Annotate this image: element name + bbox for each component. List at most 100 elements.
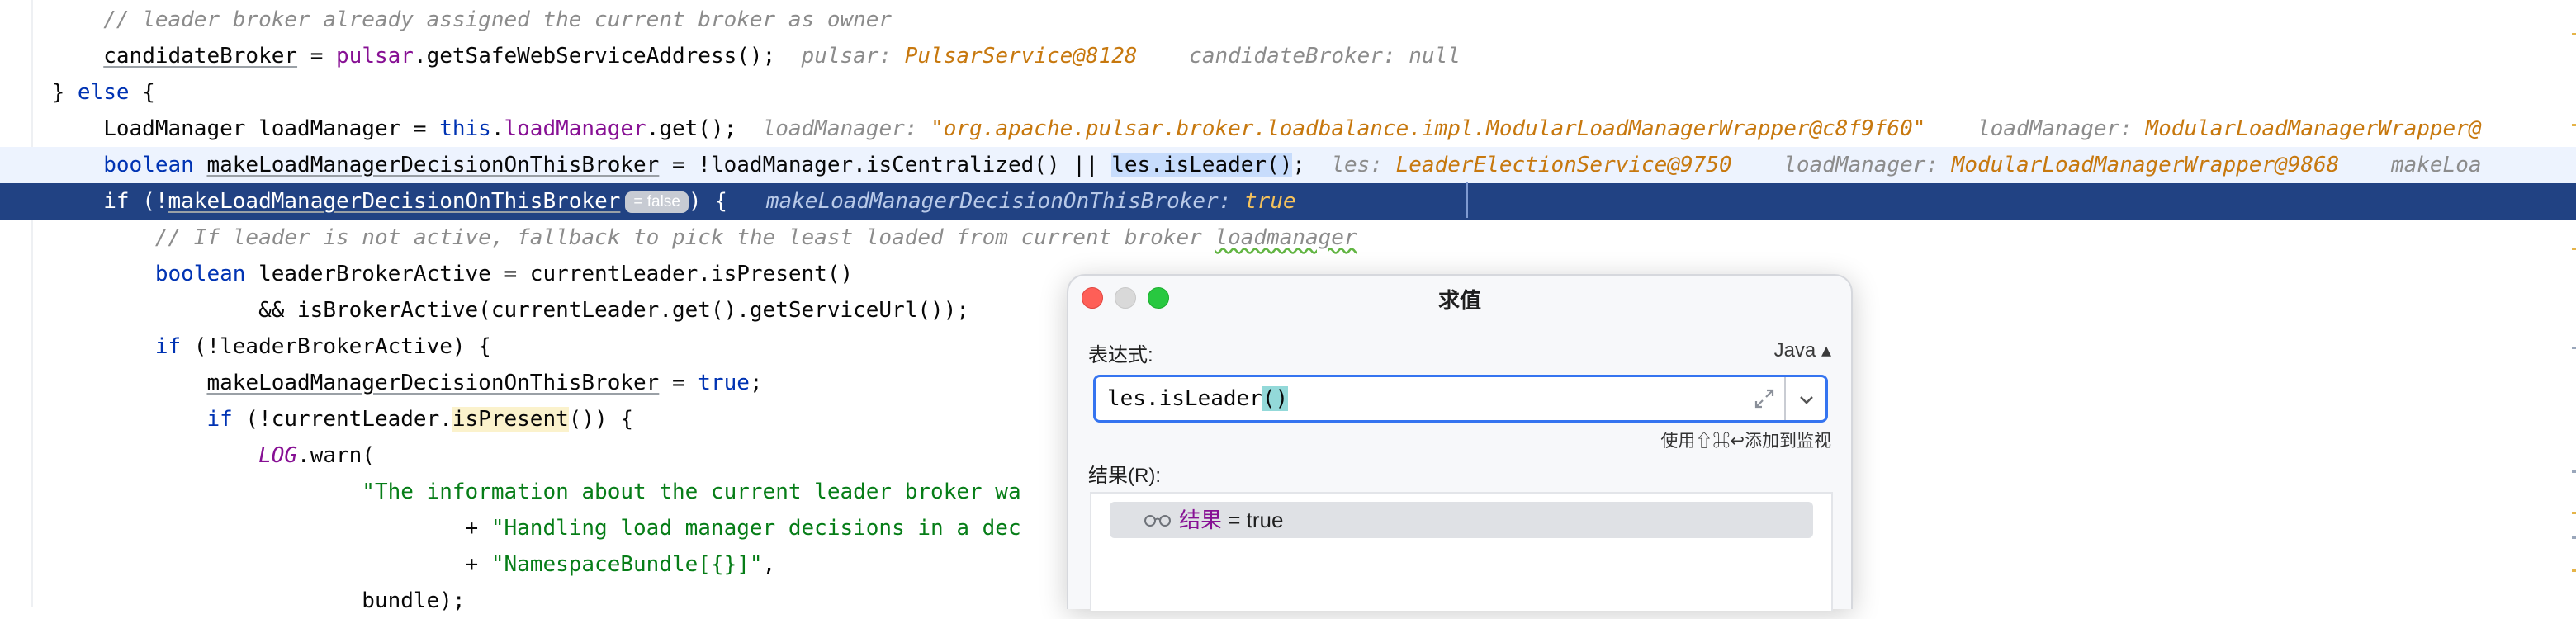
expression-field[interactable]: les.isLeader() (1093, 375, 1828, 423)
execution-point-line[interactable]: if (!makeLoadManagerDecisionOnThisBroker… (0, 183, 2576, 220)
stripe-marker[interactable] (2572, 347, 2576, 349)
inline-debug-value: LeaderElectionService@9750 (1395, 153, 1732, 177)
stripe-marker[interactable] (2572, 536, 2576, 539)
right-margin-guide (1466, 182, 1468, 218)
language-selector[interactable]: Java ▴ (1774, 338, 1831, 362)
stripe-marker[interactable] (2572, 470, 2576, 473)
code-line[interactable]: boolean makeLoadManagerDecisionOnThisBro… (0, 147, 2576, 183)
code-token: leaderBrokerActive = currentLeader.isPre… (245, 262, 854, 286)
code-comment: loadmanager (1215, 225, 1357, 250)
code-token: , (762, 552, 776, 577)
glasses-icon (1144, 515, 1171, 527)
code-line[interactable]: // If leader is not active, fallback to … (0, 220, 2576, 256)
code-keyword: boolean (154, 262, 246, 286)
inline-debug-value: true (1244, 189, 1296, 214)
code-token: .warn( (297, 443, 375, 468)
code-token: + (0, 516, 491, 541)
result-tree[interactable]: 结果 = true (1090, 492, 1833, 611)
code-token: makeLoadManagerDecisionOnThisBroker (168, 189, 621, 214)
code-string: "Handling load manager decisions in a de… (490, 516, 1021, 541)
code-token: (! (129, 189, 168, 214)
inline-value-badge: = false (625, 191, 689, 213)
code-comment: // leader broker already assigned the cu… (103, 7, 893, 32)
add-to-watches-hint: 使用⇧⌘↩添加到监视 (1660, 432, 1831, 451)
code-string: "The information about the current leade… (362, 480, 1021, 504)
stripe-marker[interactable] (2572, 33, 2576, 35)
evaluate-expression-dialog: 求值 表达式: Java ▴ les.isLeader() 使用⇧⌘↩添加到监视… (1067, 274, 1853, 611)
inline-debug-label: loadManager: (1731, 153, 1952, 177)
expression-input[interactable]: les.isLeader() (1107, 377, 1289, 420)
code-line[interactable]: candidateBroker = pulsar.getSafeWebServi… (0, 38, 2576, 74)
code-line[interactable]: LoadManager loadManager = this.loadManag… (0, 111, 2576, 147)
code-token: (!currentLeader. (232, 407, 452, 432)
inline-debug-label: makeLoadManagerDecisionOnThisBroker: (753, 189, 1245, 214)
inline-debug-value: ModularLoadManagerWrapper@9868 (1951, 153, 2340, 177)
code-token: ) { (688, 189, 754, 214)
dialog-title: 求值 (1437, 288, 1481, 313)
code-token: .get(); (646, 116, 737, 141)
stripe-marker[interactable] (2572, 124, 2576, 126)
expression-text: les.isLeader (1107, 386, 1262, 411)
inline-debug-label: les: (1305, 153, 1396, 177)
code-token: LoadManager loadManager = (0, 116, 440, 141)
result-label: 结果(R): (1088, 465, 1161, 487)
code-token: } (0, 80, 78, 105)
expand-icon[interactable] (1753, 387, 1776, 410)
code-keyword: if (154, 334, 182, 359)
code-comment: // If leader is not active, fallback to … (154, 225, 1215, 250)
expression-parens: () (1262, 386, 1289, 411)
history-dropdown-button[interactable] (1784, 377, 1827, 420)
code-token: candidateBroker (103, 44, 298, 69)
code-token: les.isLeader() (1111, 153, 1293, 177)
code-keyword: if (206, 407, 233, 432)
result-value: true (1246, 508, 1284, 532)
code-token: = (297, 44, 337, 69)
stripe-marker[interactable] (2572, 569, 2576, 572)
code-token: LOG (258, 443, 298, 468)
inline-debug-label: pulsar: (775, 44, 905, 69)
code-string: "NamespaceBundle[{}]" (490, 552, 763, 577)
result-name: 结果 (1179, 508, 1223, 532)
code-token: ; (749, 371, 763, 395)
code-keyword: true (698, 371, 750, 395)
code-token: makeLoadManagerDecisionOnThisBroker (206, 371, 660, 395)
inline-debug-label: loadManager: (1925, 116, 2146, 141)
code-token: = (659, 371, 698, 395)
code-token: isPresent (452, 407, 569, 432)
code-token: bundle); (0, 588, 466, 613)
stripe-marker[interactable] (2572, 512, 2576, 514)
code-token: loadManager (504, 116, 646, 141)
code-token: + (0, 552, 491, 577)
inline-debug-value: ModularLoadManagerWrapper@ (2145, 116, 2482, 141)
stripe-marker[interactable] (2572, 248, 2576, 250)
expression-label: 表达式: (1088, 344, 1153, 366)
code-token: (!leaderBrokerActive) { (181, 334, 491, 359)
code-line[interactable]: // leader broker already assigned the cu… (0, 2, 2576, 38)
code-token: makeLoadManagerDecisionOnThisBroker (206, 153, 660, 177)
code-keyword: boolean (103, 153, 194, 177)
inline-debug-value: PulsarService@8128 (904, 44, 1138, 69)
code-keyword: else (77, 80, 130, 105)
inline-debug-label: candidateBroker: null (1137, 44, 1461, 69)
result-text: 结果 = true (1179, 502, 1283, 538)
result-row[interactable]: 结果 = true (1110, 502, 1813, 538)
inline-debug-label: loadManager: (736, 116, 931, 141)
code-token: && isBrokerActive(currentLeader.get().ge… (0, 298, 969, 323)
code-token: .getSafeWebServiceAddress(); (413, 44, 776, 69)
code-token: ; (1292, 153, 1306, 177)
code-keyword: this (439, 116, 491, 141)
code-token: ()) { (568, 407, 634, 432)
inline-debug-label: makeLoa (2339, 153, 2482, 177)
code-token: = !loadManager.isCentralized() || (659, 153, 1112, 177)
code-line[interactable]: } else { (0, 74, 2576, 111)
